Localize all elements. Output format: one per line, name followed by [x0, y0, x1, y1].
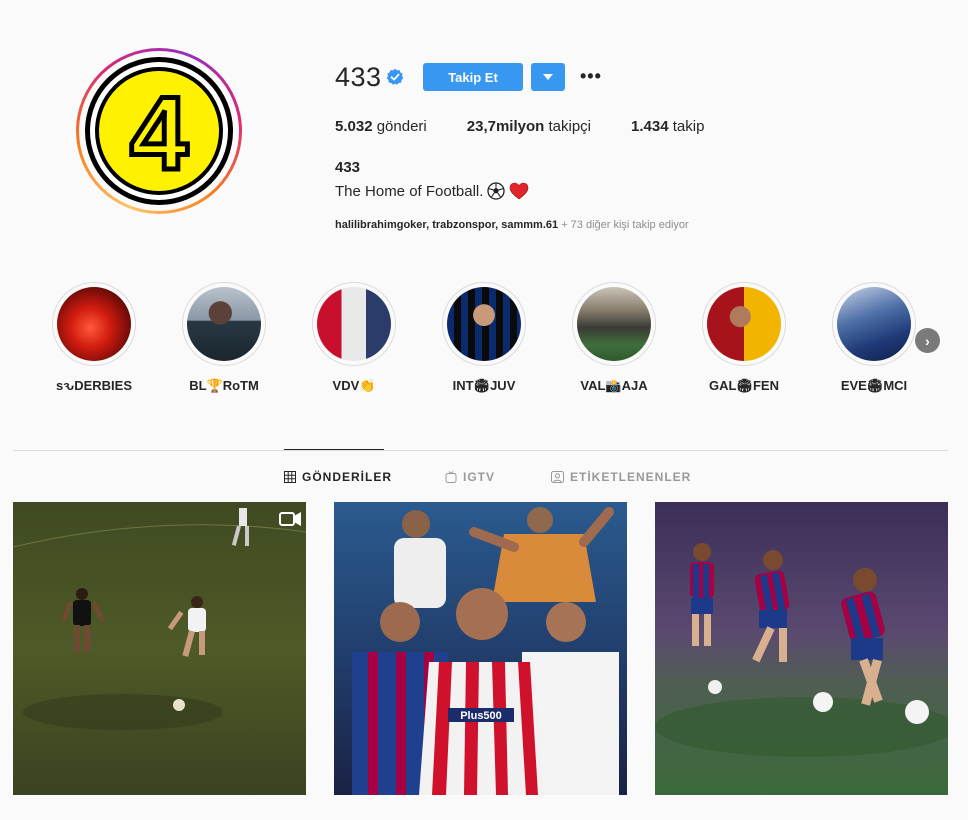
heart-icon [510, 182, 529, 200]
highlight-cover [317, 287, 391, 361]
more-options-button[interactable]: ••• [580, 66, 602, 87]
highlight-cover [707, 287, 781, 361]
posts-stat: 5.032 gönderi [335, 118, 427, 135]
followed-by-more: + 73 diğer kişi takip ediyor [561, 219, 689, 231]
grid-icon [284, 471, 296, 483]
highlight-item[interactable]: VAL📸AJA [559, 282, 669, 394]
profile-username: 433 [335, 62, 382, 92]
soccer-ball-icon [487, 182, 506, 200]
following-label: takip [672, 118, 705, 135]
active-tab-indicator [284, 449, 384, 450]
followed-by-text[interactable]: halilibrahimgoker, trabzonspor, sammm.61… [335, 219, 689, 231]
highlight-label: EVE🏟MCI [840, 378, 908, 393]
tagged-icon [551, 471, 564, 483]
tab-igtv-label: IGTV [463, 470, 496, 484]
highlight-item[interactable]: GAL🏟FEN [689, 282, 799, 394]
highlight-item[interactable]: VDV👏 [299, 282, 409, 394]
posts-count: 5.032 [335, 118, 373, 135]
post-image [655, 502, 948, 795]
posts-label: gönderi [376, 118, 427, 135]
tab-tagged-label: ETİKETLENENLER [570, 470, 692, 484]
highlight-cover [577, 287, 651, 361]
profile-bio: The Home of Football. [335, 182, 529, 200]
tab-posts[interactable]: GÖNDERİLER [284, 470, 392, 484]
highlight-label: VDV👏 [332, 378, 376, 393]
igtv-icon [445, 471, 457, 483]
post-thumbnail[interactable] [13, 502, 306, 795]
chevron-down-icon [543, 74, 553, 80]
followers-stat[interactable]: 23,7milyon takipçi [467, 118, 591, 135]
post-image [13, 502, 306, 795]
avatar-logo-icon: 4 [128, 74, 191, 195]
tab-igtv[interactable]: IGTV [445, 470, 495, 484]
profile-full-name: 433 [335, 159, 361, 176]
highlights-next-arrow-icon[interactable]: › [915, 328, 940, 353]
highlight-item[interactable]: BL🏆RoTM [169, 282, 279, 394]
svg-text:4: 4 [130, 76, 188, 192]
highlight-cover [187, 287, 261, 361]
following-count: 1.434 [631, 118, 669, 135]
highlight-cover [447, 287, 521, 361]
highlight-cover [837, 287, 911, 361]
tab-tagged[interactable]: ETİKETLENENLER [551, 470, 691, 484]
highlight-label: VAL📸AJA [580, 378, 648, 393]
highlight-item[interactable]: INT🏟JUV [429, 282, 539, 394]
tab-posts-label: GÖNDERİLER [302, 470, 393, 484]
post-image: Plus500 [334, 502, 627, 795]
profile-stats: 5.032 gönderi 23,7milyon takipçi 1.434 t… [335, 118, 744, 135]
followers-count: 23,7milyon [466, 118, 545, 135]
highlight-label: ѕԅDERBIES [55, 378, 132, 393]
suggested-accounts-dropdown-button[interactable] [531, 63, 565, 91]
followed-by-names: halilibrahimgoker, trabzonspor, sammm.61 [335, 219, 559, 231]
highlight-label: INT🏟JUV [452, 378, 516, 393]
followers-label: takipçi [548, 118, 592, 135]
svg-text:Plus500: Plus500 [460, 710, 502, 722]
following-stat[interactable]: 1.434 takip [631, 118, 704, 135]
profile-avatar[interactable]: 4 [76, 48, 242, 214]
highlight-label: BL🏆RoTM [189, 378, 259, 393]
post-thumbnail[interactable] [655, 502, 948, 795]
highlight-item[interactable]: ѕԅDERBIES [39, 282, 149, 393]
tabs-divider [13, 450, 948, 451]
verified-badge-icon [386, 68, 404, 85]
highlight-item[interactable]: EVE🏟MCI [819, 282, 929, 394]
bio-text: The Home of Football. [335, 182, 484, 200]
post-thumbnail[interactable]: Plus500 [334, 502, 627, 795]
follow-button[interactable]: Takip Et [423, 63, 523, 91]
highlight-cover [57, 287, 131, 361]
highlight-label: GAL🏟FEN [709, 378, 779, 393]
